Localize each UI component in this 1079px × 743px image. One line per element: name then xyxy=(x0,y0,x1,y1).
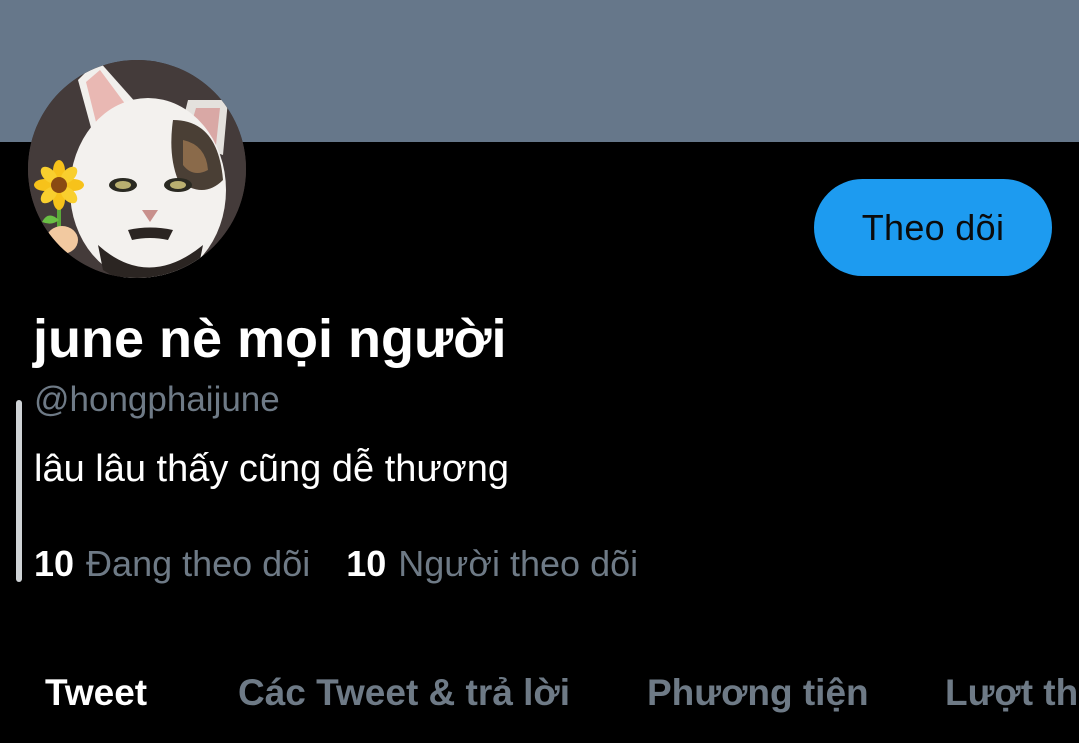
followers-count: 10 xyxy=(346,543,387,584)
tab-tweets-and-replies[interactable]: Các Tweet & trả lời xyxy=(238,672,570,714)
following-stat-link[interactable]: 10 Đang theo dõi xyxy=(34,543,310,585)
tab-tweets[interactable]: Tweet xyxy=(45,672,147,714)
followers-stat-link[interactable]: 10 Người theo dõi xyxy=(346,543,638,585)
tab-media[interactable]: Phương tiện xyxy=(647,672,869,714)
following-label: Đang theo dõi xyxy=(86,543,311,584)
profile-avatar[interactable] xyxy=(28,60,246,278)
following-count: 10 xyxy=(34,543,75,584)
profile-handle: @hongphaijune xyxy=(34,380,280,419)
cat-avatar-icon xyxy=(28,60,246,278)
profile-page: Theo dõi june nè mọi người @hongphaijune… xyxy=(0,0,1079,743)
profile-display-name: june nè mọi người xyxy=(33,309,507,369)
profile-stats: 10 Đang theo dõi 10 Người theo dõi xyxy=(34,543,674,585)
follow-button[interactable]: Theo dõi xyxy=(814,179,1052,276)
follow-button-label: Theo dõi xyxy=(861,206,1005,248)
tab-likes[interactable]: Lượt thí xyxy=(945,672,1079,714)
scrollbar[interactable] xyxy=(16,400,22,582)
profile-tabs: Tweet Các Tweet & trả lời Phương tiện Lư… xyxy=(0,672,1079,732)
followers-label: Người theo dõi xyxy=(398,543,639,584)
profile-bio: lâu lâu thấy cũng dễ thương xyxy=(34,448,510,490)
